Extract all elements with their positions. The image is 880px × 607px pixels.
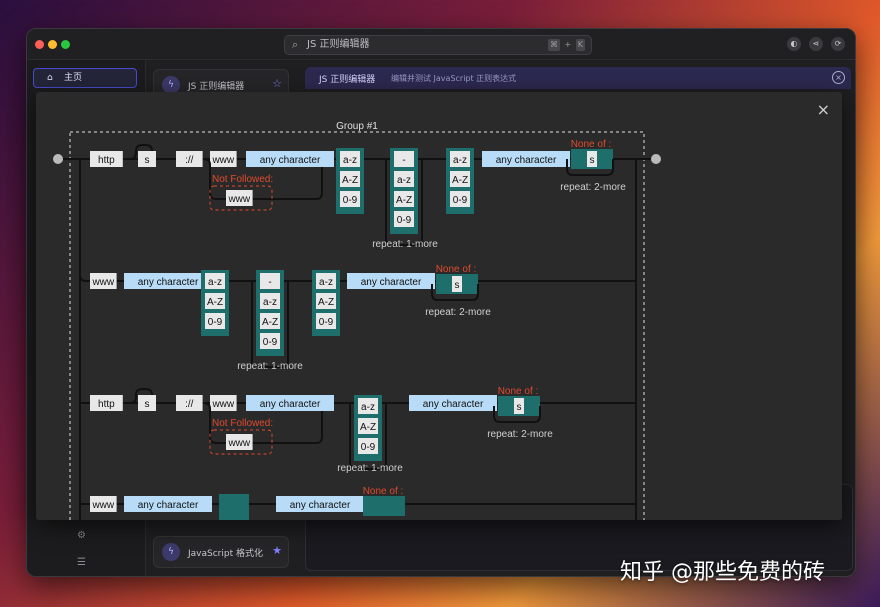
regex-diagram-modal: Group #1 http s :// www Not Followed: www any c… (36, 92, 842, 520)
none-of-box (363, 496, 405, 516)
char-set-item-text: a-z (453, 155, 467, 166)
http-literal-text: http (98, 155, 115, 166)
any-character-text: any character (260, 399, 321, 410)
any-character-text: any character (138, 500, 199, 511)
star-icon[interactable]: ☆ (272, 77, 282, 90)
tool-icon: ϟ (162, 543, 180, 561)
char-set-item-text: 0-9 (453, 195, 468, 206)
none-of-label: None of : (498, 386, 539, 397)
close-icon[interactable]: × (817, 100, 830, 119)
minimize-window-button[interactable] (48, 40, 57, 49)
char-set-item-text: 0-9 (343, 195, 358, 206)
tool-card-js-format[interactable]: ϟ JavaScript 格式化 ★ (153, 536, 289, 568)
www-literal-text: www (91, 277, 114, 288)
char-set-item-text: 0-9 (397, 215, 412, 226)
railroad-diagram: Group #1 http s :// www Not Followed: www any c… (53, 121, 661, 520)
tool-header: JS 正则编辑器 编辑并测试 JavaScript 正则表达式 × (305, 67, 851, 89)
list-icon[interactable]: ☰ (77, 557, 86, 568)
repeat-label: repeat: 2-more (560, 182, 626, 193)
char-set-item-text: A-Z (396, 195, 412, 206)
char-set-item-text: 0-9 (361, 442, 376, 453)
s-literal-text: s (145, 155, 150, 166)
char-set-item-text: - (268, 277, 271, 288)
not-followed-label: Not Followed: (212, 418, 273, 429)
char-set-item-text: 0-9 (319, 317, 334, 328)
char-set-item-text: a-z (319, 277, 333, 288)
close-tab-icon[interactable]: × (832, 71, 845, 84)
char-set-item-text: A-Z (207, 297, 223, 308)
repeat-label: repeat: 1-more (237, 361, 303, 372)
none-of-item-text: s (590, 155, 595, 166)
kbd-k: K (575, 39, 585, 51)
none-of-label: None of : (436, 264, 477, 275)
none-of-label: None of : (571, 139, 612, 150)
star-icon[interactable]: ★ (272, 544, 282, 557)
char-set-item-text: a-z (397, 175, 411, 186)
search-input[interactable]: ⌕ JS 正则编辑器 ⌘ + K (284, 35, 592, 55)
none-of-label: None of : (363, 486, 404, 497)
any-character-text: any character (423, 399, 484, 410)
sidebar-item-label: 主页 (64, 73, 83, 83)
char-set-item-text: A-Z (262, 317, 278, 328)
any-character-text: any character (260, 155, 321, 166)
char-set-item-text: a-z (263, 297, 277, 308)
repeat-label: repeat: 2-more (425, 307, 491, 318)
home-icon: ⌂ (47, 73, 53, 83)
char-set-item-text: 0-9 (263, 337, 278, 348)
none-of-item-text: s (517, 402, 522, 413)
any-character-text: any character (290, 500, 351, 511)
char-set-item-text: a-z (343, 155, 357, 166)
settings-icon[interactable]: ⚙ (77, 530, 86, 541)
char-set-item-text: a-z (361, 402, 375, 413)
repeat-label: repeat: 1-more (372, 239, 438, 250)
tool-description: 编辑并测试 JavaScript 正则表达式 (391, 74, 517, 83)
char-set-item-text: A-Z (318, 297, 334, 308)
www-literal-text: www (211, 399, 234, 410)
repeat-label: repeat: 2-more (487, 429, 553, 440)
watermark: 知乎 @那些免费的砖 (620, 560, 825, 585)
kbd-plus: + (564, 40, 572, 49)
www-literal-text: www (211, 155, 234, 166)
char-set-item-text: A-Z (342, 175, 358, 186)
end-node (651, 154, 661, 164)
titlebar: ⌕ JS 正则编辑器 ⌘ + K ◐ ⋖ ⟳ (27, 29, 855, 60)
tool-title: JS 正则编辑器 (319, 75, 376, 85)
repeat-label: repeat: 1-more (337, 463, 403, 474)
not-followed-literal-text: www (227, 438, 250, 449)
search-text: JS 正则编辑器 (307, 39, 370, 50)
rail-path (79, 274, 87, 282)
s-literal-text: s (145, 399, 150, 410)
search-icon: ⌕ (292, 38, 299, 51)
zoom-window-button[interactable] (61, 40, 70, 49)
scheme-sep-literal-text: :// (185, 155, 194, 166)
char-set-item-text: A-Z (360, 422, 376, 433)
tool-card-label: JavaScript 格式化 (188, 549, 263, 559)
shortcut-hint: ⌘ + K (547, 39, 585, 51)
char-set-1 (219, 494, 249, 520)
not-followed-label: Not Followed: (212, 174, 273, 185)
wechat-icon[interactable]: ◐ (787, 37, 801, 51)
not-followed-literal-text: www (227, 194, 250, 205)
close-window-button[interactable] (35, 40, 44, 49)
char-set-item-text: a-z (208, 277, 222, 288)
any-character-text: any character (138, 277, 199, 288)
group-label: Group #1 (336, 121, 378, 132)
sync-icon[interactable]: ⟳ (831, 37, 845, 51)
scheme-sep-literal-text: :// (185, 399, 194, 410)
kbd-cmd: ⌘ (547, 39, 560, 51)
char-set-item-text: - (402, 155, 405, 166)
http-literal-text: http (98, 399, 115, 410)
start-node (53, 154, 63, 164)
any-character-text: any character (361, 277, 422, 288)
tool-card-label: JS 正则编辑器 (188, 82, 245, 92)
sidebar-item-home[interactable]: ⌂ 主页 (33, 68, 137, 88)
www-literal-text: www (91, 500, 114, 511)
any-character-text: any character (496, 155, 557, 166)
share-icon[interactable]: ⋖ (809, 37, 823, 51)
char-set-item-text: A-Z (452, 175, 468, 186)
char-set-item-text: 0-9 (208, 317, 223, 328)
none-of-item-text: s (455, 280, 460, 291)
